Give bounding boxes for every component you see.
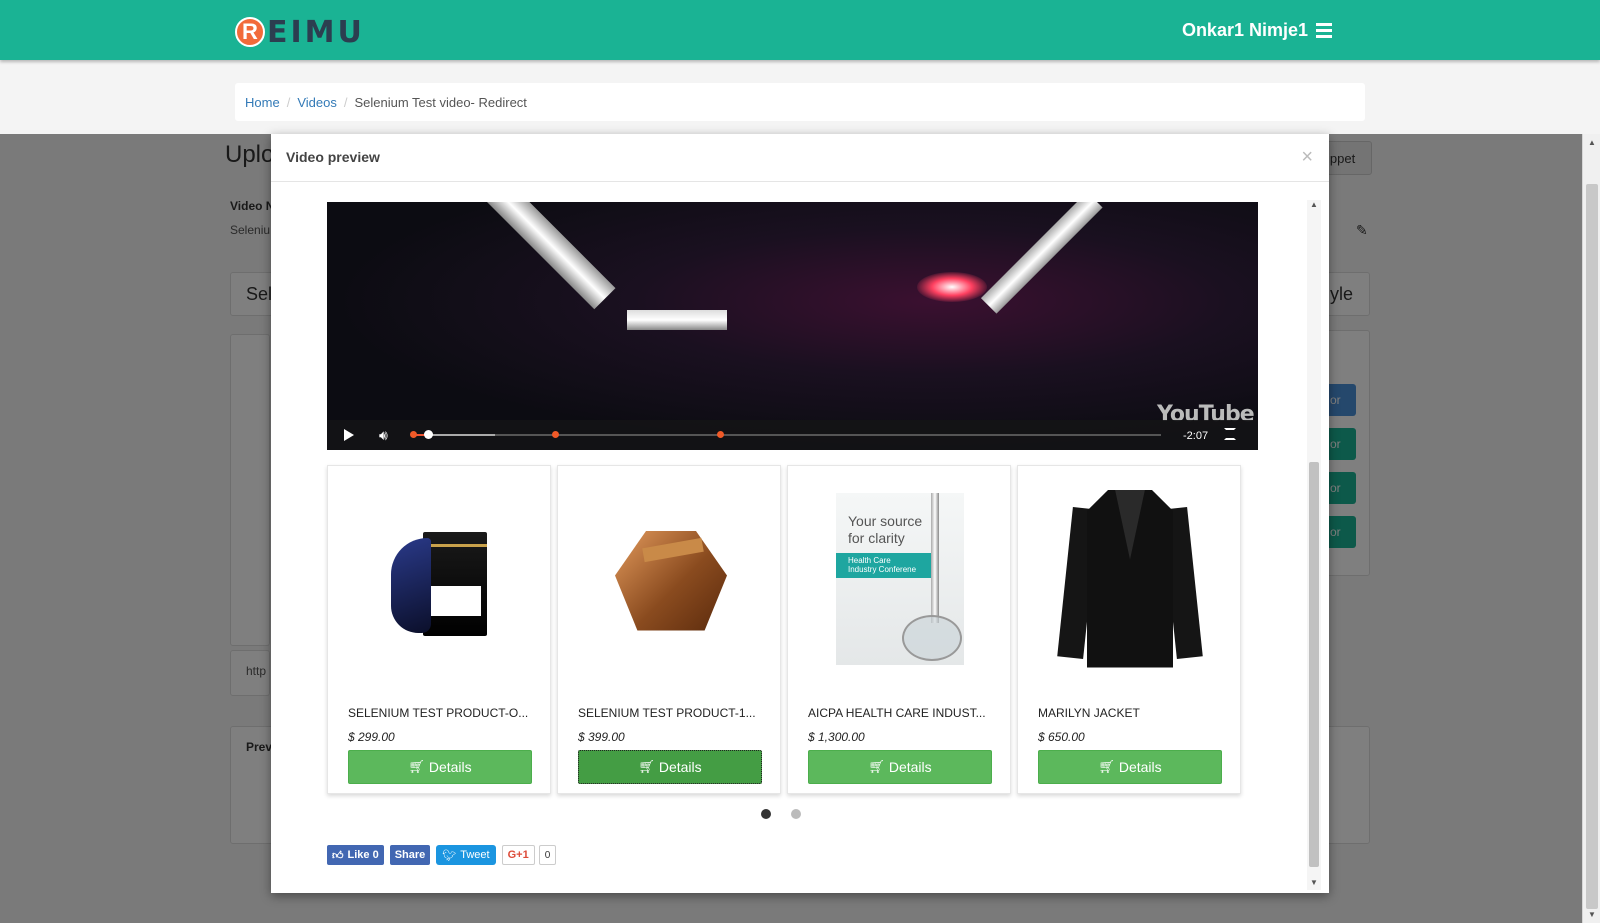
poster-text-line2: for clarity (848, 529, 905, 546)
product-price: $ 650.00 (1038, 730, 1085, 744)
breadcrumb-home[interactable]: Home (245, 95, 280, 110)
user-name: Onkar1 Nimje1 (1181, 20, 1308, 40)
modal-scrollbar[interactable]: ▲ ▼ (1307, 200, 1321, 890)
progress-handle[interactable] (423, 430, 433, 439)
details-button[interactable]: 🛒︎ Details (808, 750, 992, 784)
chapter-marker[interactable] (716, 431, 724, 438)
breadcrumb-separator: / (343, 94, 348, 110)
page-scrollbar[interactable]: ▲ ▼ (1582, 134, 1600, 923)
conference-poster-image[interactable]: Your source for clarity Health Care Indu… (808, 476, 992, 681)
logo-mark: R (235, 17, 265, 47)
google-plus-count: 0 (538, 845, 557, 865)
modal-scrollbar-thumb[interactable] (1309, 462, 1319, 867)
video-frame-graphic (627, 310, 727, 330)
details-button[interactable]: 🛒︎ Details (1038, 750, 1222, 784)
product-price: $ 399.00 (578, 730, 625, 744)
twitter-bird-icon: 🐦︎ (442, 849, 457, 862)
reimu-logo[interactable]: R EIMU (235, 14, 365, 50)
carousel-indicators (761, 809, 801, 819)
facebook-like-button[interactable]: 👍︎ Like 0 (327, 845, 384, 865)
social-share-bar: 👍︎ Like 0 Share 🐦︎ Tweet G+1 0 (327, 845, 557, 865)
modal-scroll-up-arrow[interactable]: ▲ (1310, 200, 1318, 209)
carousel-dot[interactable] (761, 809, 771, 819)
product-card[interactable]: SELENIUM TEST PRODUCT-O... $ 299.00 🛒︎ D… (327, 465, 551, 794)
fullscreen-icon[interactable] (1224, 428, 1236, 440)
cart-icon: 🛒︎ (1098, 759, 1115, 774)
poster-band-line2: Industry Conferene (848, 564, 917, 574)
progress-track[interactable] (410, 430, 1161, 439)
poster-text-line1: Your source (848, 512, 923, 529)
video-player[interactable]: YouTube 🔊︎ -2:07 (327, 202, 1258, 450)
video-frame-graphic (467, 202, 616, 310)
product-name[interactable]: SELENIUM TEST PRODUCT-O... (348, 706, 532, 720)
video-controls: 🔊︎ -2:07 (327, 420, 1258, 450)
facebook-like-label: Like 0 (347, 849, 379, 861)
perfume-bottle-image[interactable] (578, 476, 762, 681)
details-label: Details (658, 759, 702, 775)
product-carousel: SELENIUM TEST PRODUCT-O... $ 299.00 🛒︎ D… (327, 465, 1258, 795)
user-menu[interactable]: Onkar1 Nimje1 (1182, 20, 1332, 41)
top-navbar: R EIMU Onkar1 Nimje1 (0, 0, 1600, 60)
poster-band-line1: Health Care (848, 555, 891, 565)
video-preview-modal: Video preview × ▲ ▼ YouTube 🔊︎ -2:07 SEL… (271, 134, 1329, 893)
poster-band: Health Care Industry Conferene (836, 552, 931, 578)
chapter-marker[interactable] (410, 431, 417, 438)
product-name[interactable]: MARILYN JACKET (1038, 706, 1222, 720)
video-frame-glow (917, 272, 987, 302)
modal-header: Video preview × (271, 134, 1329, 182)
page-scrollbar-thumb[interactable] (1586, 184, 1598, 909)
cart-icon: 🛒︎ (408, 759, 425, 774)
scroll-down-arrow[interactable]: ▼ (1588, 910, 1596, 919)
facebook-share-button[interactable]: Share (389, 845, 431, 865)
breadcrumb-current: Selenium Test video- Redirect (354, 94, 527, 110)
scroll-up-arrow[interactable]: ▲ (1588, 138, 1596, 147)
details-button[interactable]: 🛒︎ Details (348, 750, 532, 784)
product-name[interactable]: SELENIUM TEST PRODUCT-1... (578, 706, 762, 720)
jacket-image[interactable] (1038, 476, 1222, 681)
close-button[interactable]: × (1301, 146, 1313, 169)
details-button[interactable]: 🛒︎ Details (578, 750, 762, 784)
time-remaining: -2:07 (1183, 430, 1209, 442)
product-price: $ 299.00 (348, 730, 395, 744)
tweet-button[interactable]: 🐦︎ Tweet (436, 845, 496, 865)
product-card[interactable]: SELENIUM TEST PRODUCT-1... $ 399.00 🛒︎ D… (557, 465, 781, 794)
product-price: $ 1,300.00 (808, 730, 865, 744)
perfume-shoe-image[interactable] (348, 476, 532, 681)
details-label: Details (1118, 759, 1162, 775)
modal-scroll-down-arrow[interactable]: ▼ (1310, 878, 1318, 887)
breadcrumb-separator: / (286, 94, 291, 110)
volume-icon[interactable]: 🔊︎ (379, 427, 388, 444)
cart-icon: 🛒︎ (638, 759, 655, 774)
details-label: Details (888, 759, 932, 775)
details-label: Details (428, 759, 472, 775)
google-plus-button[interactable]: G+1 (501, 845, 535, 865)
hamburger-icon[interactable] (1316, 23, 1332, 38)
breadcrumb: Home / Videos / Selenium Test video- Red… (235, 83, 1365, 121)
cart-icon: 🛒︎ (868, 759, 885, 774)
carousel-dot[interactable] (791, 809, 801, 819)
logo-text: EIMU (267, 14, 365, 50)
product-card[interactable]: MARILYN JACKET $ 650.00 🛒︎ Details (1017, 465, 1241, 794)
product-name[interactable]: AICPA HEALTH CARE INDUST... (808, 706, 992, 720)
video-frame-graphic (980, 202, 1103, 314)
thumbs-up-icon: 👍︎ (332, 849, 344, 862)
play-icon[interactable] (344, 429, 354, 441)
modal-title: Video preview (286, 149, 380, 165)
breadcrumb-videos[interactable]: Videos (297, 95, 337, 110)
tweet-label: Tweet (460, 849, 490, 861)
chapter-marker[interactable] (552, 431, 560, 438)
product-card[interactable]: Your source for clarity Health Care Indu… (787, 465, 1011, 794)
